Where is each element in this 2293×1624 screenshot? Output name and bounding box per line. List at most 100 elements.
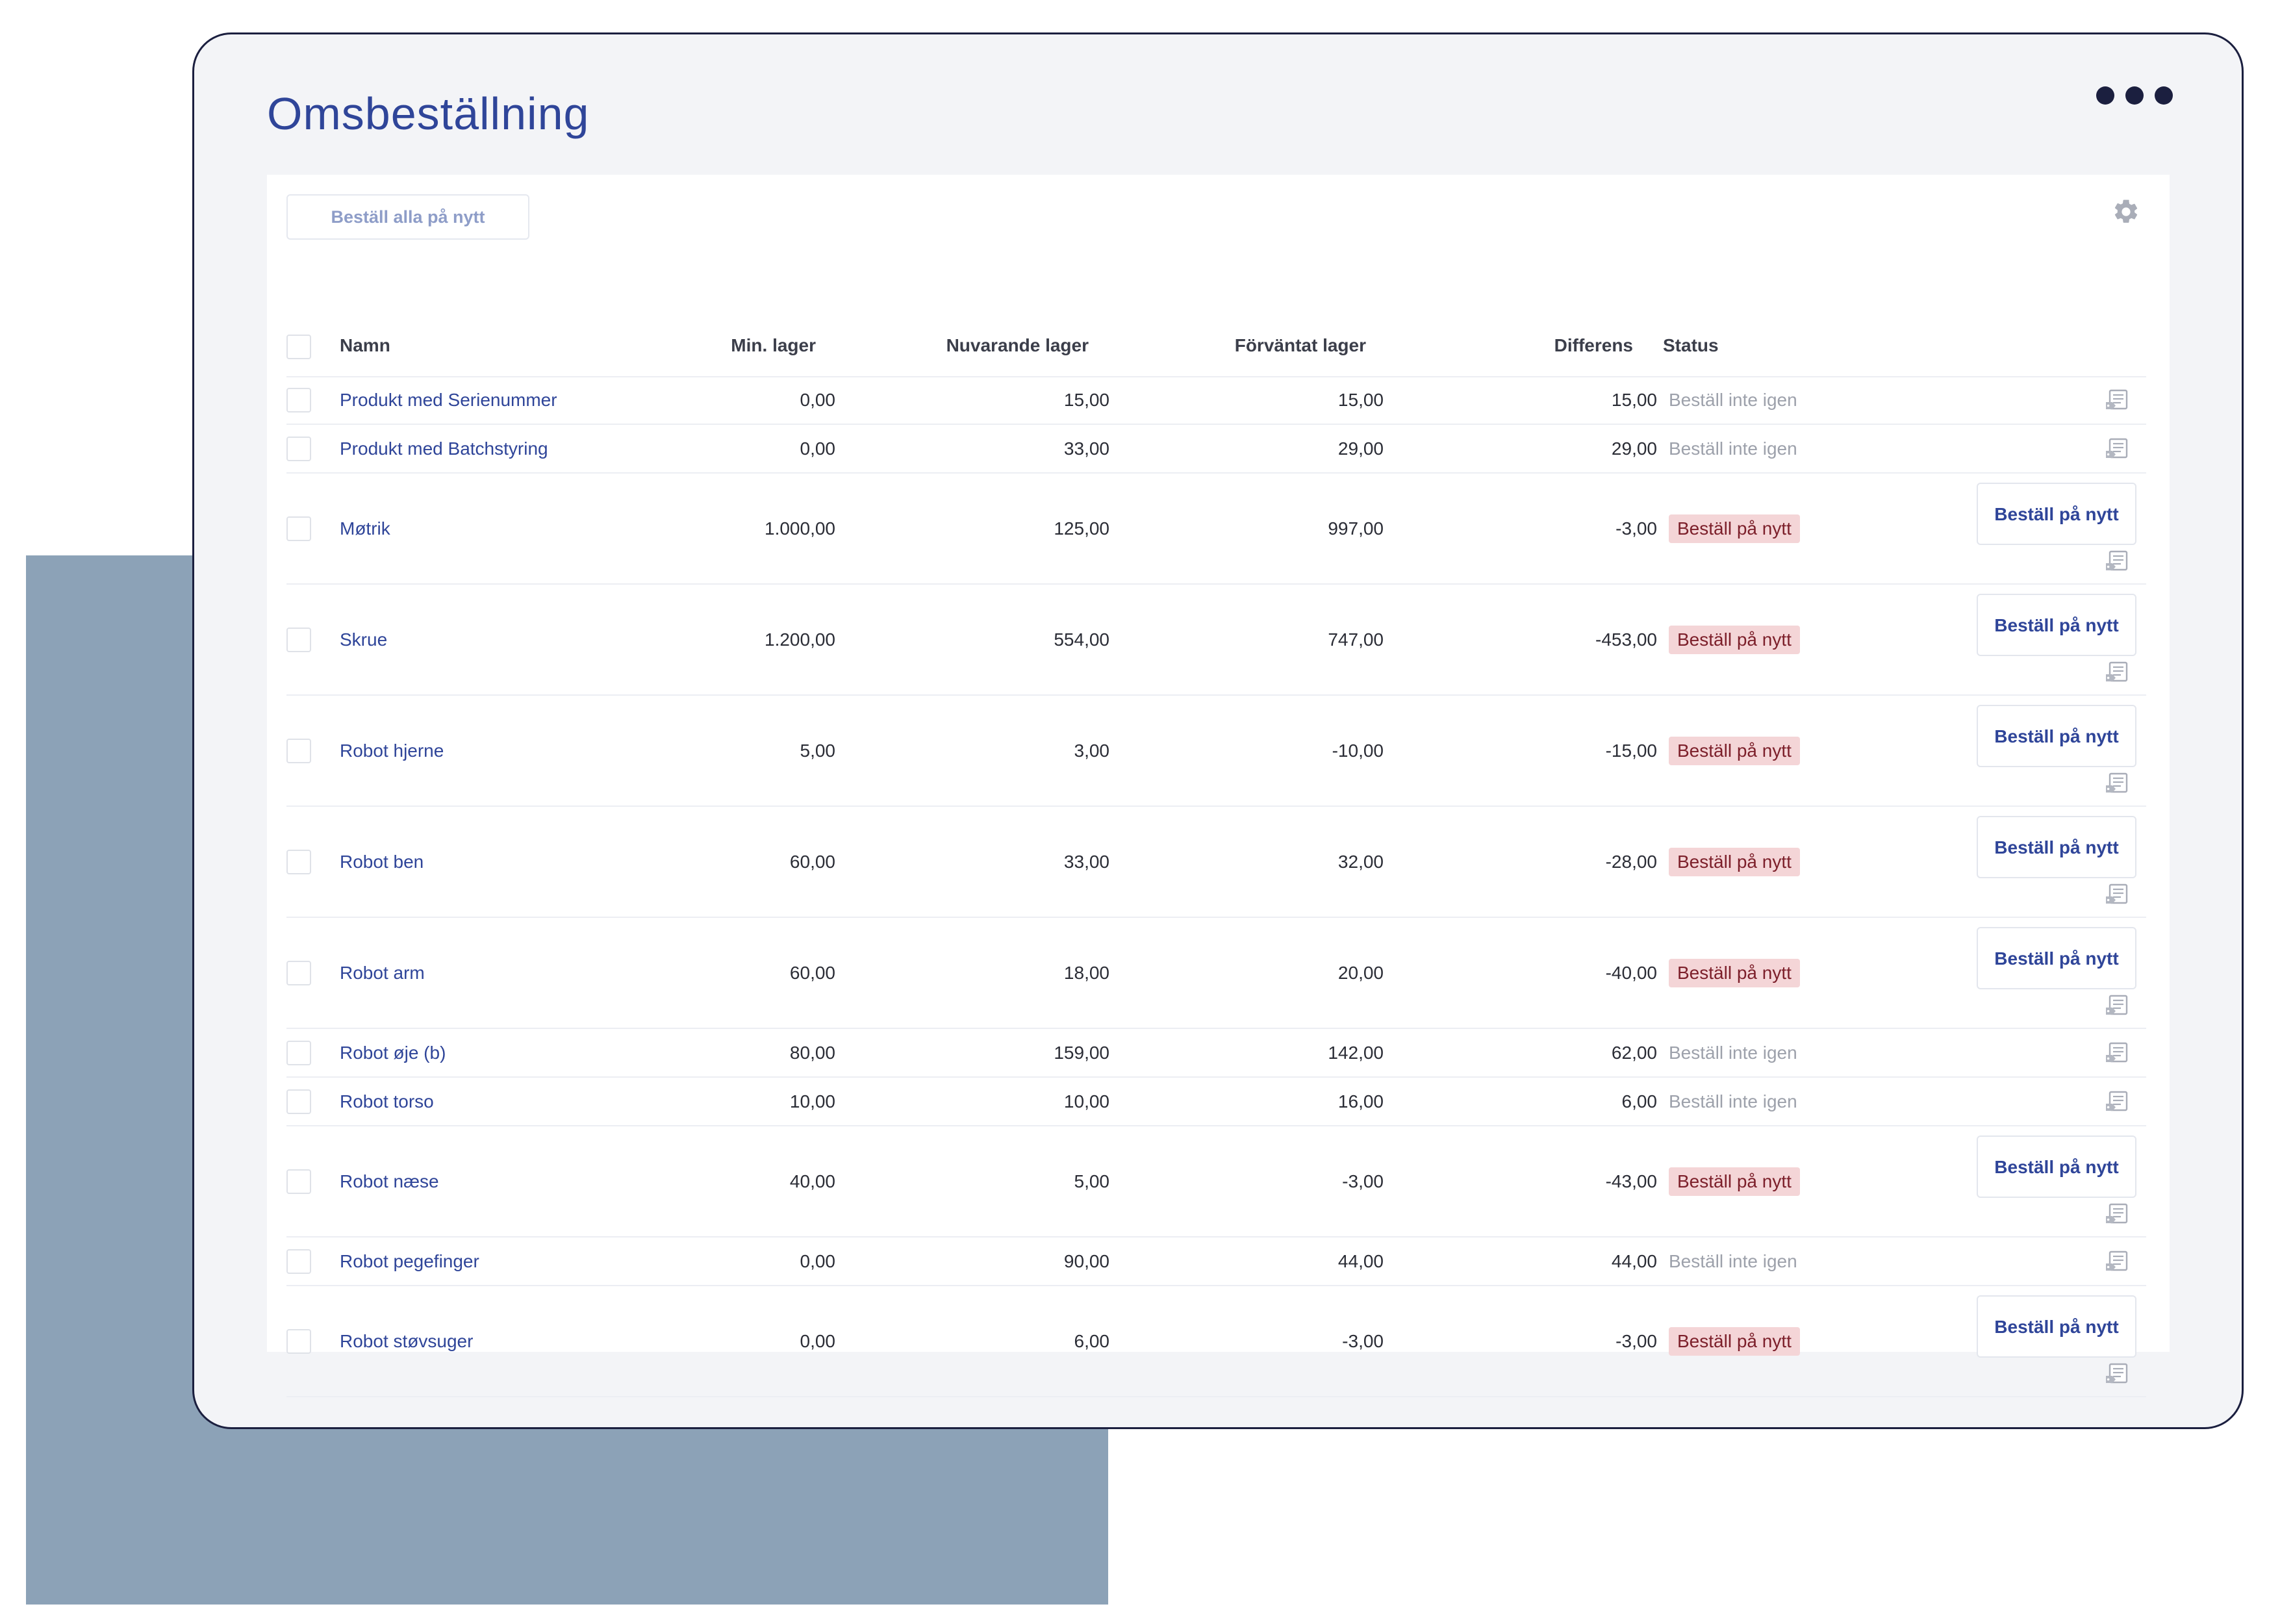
min-stock-value: 0,00 (800, 1250, 836, 1271)
more-horizontal-icon[interactable] (2096, 86, 2173, 105)
note-tag-icon[interactable] (2104, 1040, 2130, 1066)
page-title: Omsbeställning (267, 88, 590, 139)
min-stock-value: 60,00 (789, 962, 835, 983)
status-badge: Beställ inte igen (1669, 1091, 1797, 1111)
reorder-button[interactable]: Beställ på nytt (1977, 1136, 2136, 1198)
current-stock-value: 18,00 (1063, 962, 1109, 983)
note-tag-icon[interactable] (2104, 1361, 2130, 1387)
status-badge: Beställ inte igen (1669, 1042, 1797, 1063)
column-header-name[interactable]: Namn (340, 315, 390, 376)
table-row: Robot støvsuger 0,00 6,00 -3,00 -3,00 Beställ… (286, 1286, 2146, 1397)
status-badge: Beställ på nytt (1669, 736, 1800, 765)
product-name-link[interactable]: Robot ben (340, 852, 424, 872)
expected-stock-value: 44,00 (1337, 1250, 1384, 1271)
current-stock-value: 33,00 (1063, 851, 1109, 872)
difference-value: -453,00 (1595, 629, 1657, 650)
table-row: Robot næse 40,00 5,00 -3,00 -43,00 Beställ på… (286, 1126, 2146, 1237)
product-name-link[interactable]: Skrue (340, 629, 387, 650)
expected-stock-value: 20,00 (1337, 962, 1384, 983)
dot-icon (2155, 86, 2173, 105)
note-tag-icon[interactable] (2104, 1201, 2130, 1227)
status-badge: Beställ på nytt (1669, 514, 1800, 543)
product-name-link[interactable]: Møtrik (340, 518, 390, 539)
column-header-current-stock[interactable]: Nuvarande lager (946, 315, 1089, 376)
row-checkbox[interactable] (286, 1089, 311, 1114)
difference-value: 15,00 (1611, 389, 1657, 410)
gear-icon[interactable] (2112, 197, 2140, 226)
current-stock-value: 125,00 (1054, 518, 1109, 539)
reorder-button[interactable]: Beställ på nytt (1977, 705, 2136, 767)
row-checkbox[interactable] (286, 1328, 311, 1354)
row-checkbox[interactable] (286, 1169, 311, 1194)
status-badge: Beställ på nytt (1669, 1326, 1800, 1356)
expected-stock-value: -10,00 (1332, 740, 1384, 761)
product-name-link[interactable]: Robot pegefinger (340, 1251, 479, 1272)
min-stock-value: 80,00 (789, 1042, 835, 1063)
row-checkbox[interactable] (286, 387, 311, 412)
product-name-link[interactable]: Robot arm (340, 963, 425, 983)
note-tag-icon[interactable] (2104, 659, 2130, 685)
reorder-button[interactable]: Beställ på nytt (1977, 927, 2136, 989)
table-row: Produkt med Serienummer 0,00 15,00 15,00 15,… (286, 376, 2146, 425)
current-stock-value: 6,00 (1074, 1330, 1110, 1351)
product-name-link[interactable]: Robot næse (340, 1171, 439, 1192)
difference-value: 29,00 (1611, 438, 1657, 459)
status-badge: Beställ inte igen (1669, 389, 1797, 410)
expected-stock-value: 142,00 (1328, 1042, 1384, 1063)
current-stock-value: 5,00 (1074, 1171, 1110, 1191)
expected-stock-value: 16,00 (1337, 1091, 1384, 1111)
status-badge: Beställ på nytt (1669, 847, 1800, 876)
min-stock-value: 0,00 (800, 438, 836, 459)
note-tag-icon[interactable] (2104, 436, 2130, 462)
reorder-button[interactable]: Beställ på nytt (1977, 483, 2136, 545)
row-checkbox[interactable] (286, 849, 311, 874)
note-tag-icon[interactable] (2104, 882, 2130, 907)
difference-value: -40,00 (1605, 962, 1657, 983)
expected-stock-value: 747,00 (1328, 629, 1384, 650)
product-name-link[interactable]: Robot støvsuger (340, 1331, 473, 1352)
note-tag-icon[interactable] (2104, 548, 2130, 574)
current-stock-value: 90,00 (1063, 1250, 1109, 1271)
product-name-link[interactable]: Produkt med Batchstyring (340, 438, 548, 459)
status-badge: Beställ inte igen (1669, 438, 1797, 459)
row-checkbox[interactable] (286, 738, 311, 763)
row-checkbox[interactable] (286, 627, 311, 652)
row-checkbox[interactable] (286, 436, 311, 461)
note-tag-icon[interactable] (2104, 1249, 2130, 1275)
product-name-link[interactable]: Robot hjerne (340, 741, 444, 761)
product-name-link[interactable]: Robot øje (b) (340, 1043, 446, 1063)
row-checkbox[interactable] (286, 1249, 311, 1274)
reorder-button[interactable]: Beställ på nytt (1977, 594, 2136, 656)
min-stock-value: 1.200,00 (765, 629, 835, 650)
current-stock-value: 10,00 (1063, 1091, 1109, 1111)
reorder-button[interactable]: Beställ på nytt (1977, 816, 2136, 878)
column-header-difference[interactable]: Differens (1554, 315, 1633, 376)
min-stock-value: 5,00 (800, 740, 836, 761)
note-tag-icon[interactable] (2104, 1089, 2130, 1115)
status-badge: Beställ inte igen (1669, 1250, 1797, 1271)
dot-icon (2096, 86, 2114, 105)
product-name-link[interactable]: Robot torso (340, 1091, 434, 1112)
note-tag-icon[interactable] (2104, 770, 2130, 796)
expected-stock-value: -3,00 (1342, 1171, 1384, 1191)
reorder-all-button[interactable]: Beställ alla på nytt (286, 194, 529, 240)
note-tag-icon[interactable] (2104, 993, 2130, 1019)
table-row: Skrue 1.200,00 554,00 747,00 -453,00 Beställ … (286, 585, 2146, 696)
difference-value: -28,00 (1605, 851, 1657, 872)
current-stock-value: 33,00 (1063, 438, 1109, 459)
row-checkbox[interactable] (286, 1040, 311, 1065)
note-tag-icon[interactable] (2104, 387, 2130, 413)
min-stock-value: 60,00 (789, 851, 835, 872)
difference-value: 62,00 (1611, 1042, 1657, 1063)
select-all-checkbox[interactable] (286, 335, 311, 359)
row-checkbox[interactable] (286, 516, 311, 541)
row-checkbox[interactable] (286, 960, 311, 985)
product-name-link[interactable]: Produkt med Serienummer (340, 390, 557, 411)
column-header-min-stock[interactable]: Min. lager (731, 315, 816, 376)
table-row: Robot arm 60,00 18,00 20,00 -40,00 Beställ på… (286, 918, 2146, 1029)
current-stock-value: 159,00 (1054, 1042, 1109, 1063)
reorder-button[interactable]: Beställ på nytt (1977, 1295, 2136, 1358)
column-header-status[interactable]: Status (1663, 315, 1719, 376)
difference-value: -15,00 (1605, 740, 1657, 761)
column-header-expected-stock[interactable]: Förväntat lager (1235, 315, 1366, 376)
